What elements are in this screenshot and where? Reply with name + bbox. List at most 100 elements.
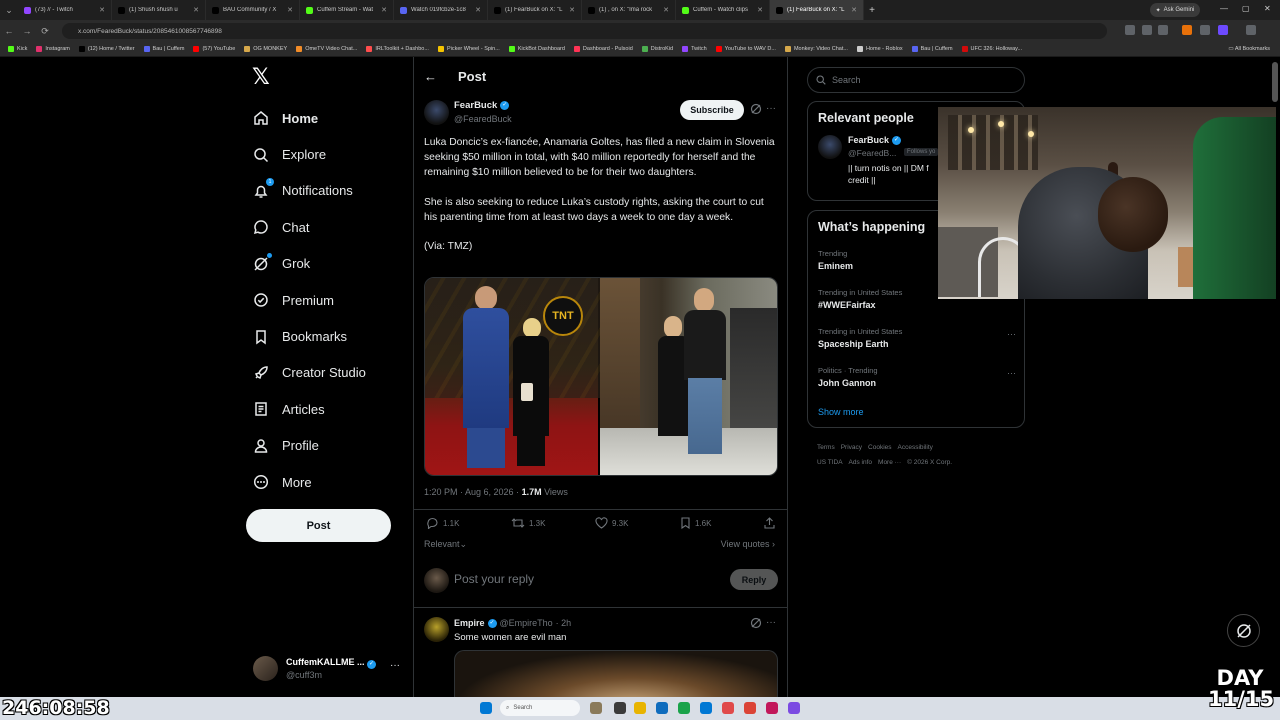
nav-item-premium[interactable]: Premium xyxy=(252,282,366,318)
all-bookmarks[interactable]: ▭ All Bookmarks xyxy=(1228,46,1270,52)
back-arrow-icon[interactable]: ← xyxy=(424,69,437,84)
grok-icon[interactable] xyxy=(750,617,762,629)
post-more-icon[interactable]: ··· xyxy=(766,103,776,114)
extensions-puzzle-icon[interactable] xyxy=(1200,25,1210,35)
taskview-icon[interactable] xyxy=(614,702,626,714)
nav-item-bookmarks[interactable]: Bookmarks xyxy=(252,318,366,354)
tab-search-icon[interactable]: ⌄ xyxy=(0,5,18,16)
close-window-button[interactable]: ✕ xyxy=(1264,4,1271,13)
trend-more-icon[interactable]: ··· xyxy=(1007,329,1016,339)
close-tab-icon[interactable]: ✕ xyxy=(193,6,199,14)
close-tab-icon[interactable]: ✕ xyxy=(99,6,105,14)
search-input[interactable]: Search xyxy=(807,67,1025,93)
nav-item-more[interactable]: More xyxy=(252,464,366,500)
taskbar-app-icon[interactable] xyxy=(678,702,690,714)
maximize-button[interactable]: ▢ xyxy=(1242,4,1250,13)
bookmark-item[interactable]: Monkey: Video Chat... xyxy=(784,46,848,52)
store-icon[interactable] xyxy=(700,702,712,714)
bookmark-item[interactable]: Kick xyxy=(8,46,27,52)
footer-link[interactable]: More ··· xyxy=(878,459,901,466)
author-avatar[interactable] xyxy=(424,100,449,125)
like-action[interactable]: 9.3K xyxy=(595,517,628,529)
author-handle[interactable]: @FearedBuck xyxy=(454,114,512,124)
author-name[interactable]: FearBuck ✓ xyxy=(454,100,510,111)
bookmark-item[interactable]: OmeTV Video Chat... xyxy=(296,46,357,52)
comment-author-name[interactable]: Empire xyxy=(454,618,485,628)
browser-tab[interactable]: Cuffem - Watch clips ✕ xyxy=(676,0,770,20)
nav-item-creator-studio[interactable]: Creator Studio xyxy=(252,355,366,391)
relevant-person-name[interactable]: FearBuck ✓ xyxy=(848,135,902,145)
close-tab-icon[interactable]: ✕ xyxy=(475,6,481,14)
bookmark-item[interactable]: YouTube to WAV D... xyxy=(715,46,776,52)
cast-icon[interactable] xyxy=(1142,25,1152,35)
close-tab-icon[interactable]: ✕ xyxy=(851,6,857,14)
nav-item-profile[interactable]: Profile xyxy=(252,428,366,464)
reply-button[interactable]: Reply xyxy=(730,569,778,590)
taskbar-app-icon[interactable] xyxy=(788,702,800,714)
bookmark-action[interactable]: 1.6K xyxy=(680,517,711,529)
trend-item[interactable]: Trending in United States Spaceship Earth… xyxy=(818,327,1018,349)
media-image-red-carpet[interactable]: TNT xyxy=(425,278,601,475)
reply-sort-dropdown[interactable]: Relevant⌄ xyxy=(424,539,467,550)
bookmark-item[interactable]: (57) YouTube xyxy=(193,46,235,52)
footer-link[interactable]: Cookies xyxy=(868,444,891,451)
footer-link[interactable]: Privacy xyxy=(841,444,862,451)
close-tab-icon[interactable]: ✕ xyxy=(757,6,763,14)
footer-link[interactable]: © 2026 X Corp. xyxy=(907,459,952,466)
post-button[interactable]: Post xyxy=(246,509,391,542)
forward-button[interactable]: → xyxy=(18,26,36,36)
nav-item-grok[interactable]: Grok xyxy=(252,246,366,282)
account-more-icon[interactable]: ··· xyxy=(390,660,400,671)
url-field[interactable]: x.com/FearedBuck/status/2085461008567746… xyxy=(62,23,1107,39)
zoom-icon[interactable] xyxy=(1125,25,1135,35)
show-more-link[interactable]: Show more xyxy=(818,407,864,417)
bookmark-item[interactable]: Picker Wheel - Spin... xyxy=(437,46,500,52)
browser-tab[interactable]: Watch 019fcb2e-1c8 ✕ xyxy=(394,0,488,20)
reply-action[interactable]: 1.1K xyxy=(426,517,459,529)
grok-icon[interactable] xyxy=(750,103,762,115)
bookmark-item[interactable]: OG MONKEY xyxy=(244,46,287,52)
nav-item-chat[interactable]: Chat xyxy=(252,209,366,245)
menu-icon[interactable] xyxy=(1246,25,1256,35)
file-explorer-icon[interactable] xyxy=(634,702,646,714)
close-tab-icon[interactable]: ✕ xyxy=(569,6,575,14)
floating-grok-button[interactable] xyxy=(1227,614,1260,647)
bookmark-item[interactable]: Bau | Cuffem xyxy=(911,46,953,52)
media-image-doorway[interactable] xyxy=(600,278,777,475)
taskbar-app-icon[interactable] xyxy=(722,702,734,714)
footer-link[interactable]: Ads info xyxy=(849,459,873,466)
edge-icon[interactable] xyxy=(656,702,668,714)
profile-avatar-icon[interactable] xyxy=(1218,25,1228,35)
trend-more-icon[interactable]: ··· xyxy=(1007,368,1016,378)
chrome-icon[interactable] xyxy=(744,702,756,714)
taskbar-search[interactable]: ⌕ Search xyxy=(500,700,580,716)
taskbar-app-icon[interactable] xyxy=(766,702,778,714)
comment-media[interactable] xyxy=(454,650,778,700)
nav-item-explore[interactable]: Explore xyxy=(252,136,366,172)
extension-icon[interactable] xyxy=(1182,25,1192,35)
footer-link[interactable]: Accessibility xyxy=(898,444,933,451)
account-switcher[interactable]: CuffemKALLME ... ✓ @cuff3m ··· xyxy=(253,654,403,684)
post-media[interactable]: TNT xyxy=(424,277,778,476)
taskbar-app-icon[interactable] xyxy=(590,702,602,714)
close-tab-icon[interactable]: ✕ xyxy=(287,6,293,14)
nav-item-notifications[interactable]: 1 Notifications xyxy=(252,173,366,209)
comment-age[interactable]: · 2h xyxy=(556,618,572,628)
new-tab-button[interactable]: + xyxy=(864,5,880,16)
footer-link[interactable]: US TIDA xyxy=(817,459,843,466)
bookmark-item[interactable]: IRLToolkit + Dashbo... xyxy=(366,46,429,52)
relevant-person-avatar[interactable] xyxy=(818,135,842,159)
bookmark-item[interactable]: UFC 326: Holloway... xyxy=(961,46,1022,52)
trend-item[interactable]: Politics · Trending John Gannon ··· xyxy=(818,366,1018,388)
footer-link[interactable]: Terms xyxy=(817,444,835,451)
browser-tab[interactable]: BAU Community / X ✕ xyxy=(206,0,300,20)
ask-gemini-button[interactable]: ✦ Ask Gemini xyxy=(1150,3,1200,17)
nav-item-articles[interactable]: Articles xyxy=(252,391,366,427)
share-action[interactable] xyxy=(764,517,775,529)
bookmark-item[interactable]: Home - Roblox xyxy=(856,46,903,52)
relevant-person-handle[interactable]: @FearedB... xyxy=(848,148,896,158)
bookmark-item[interactable]: Dashboard - Pulsoid xyxy=(573,46,633,52)
bookmark-item[interactable]: Bau | Cuffem xyxy=(143,46,184,52)
minimize-button[interactable]: — xyxy=(1220,4,1228,13)
browser-tab[interactable]: (73) // - Twitch ✕ xyxy=(18,0,112,20)
